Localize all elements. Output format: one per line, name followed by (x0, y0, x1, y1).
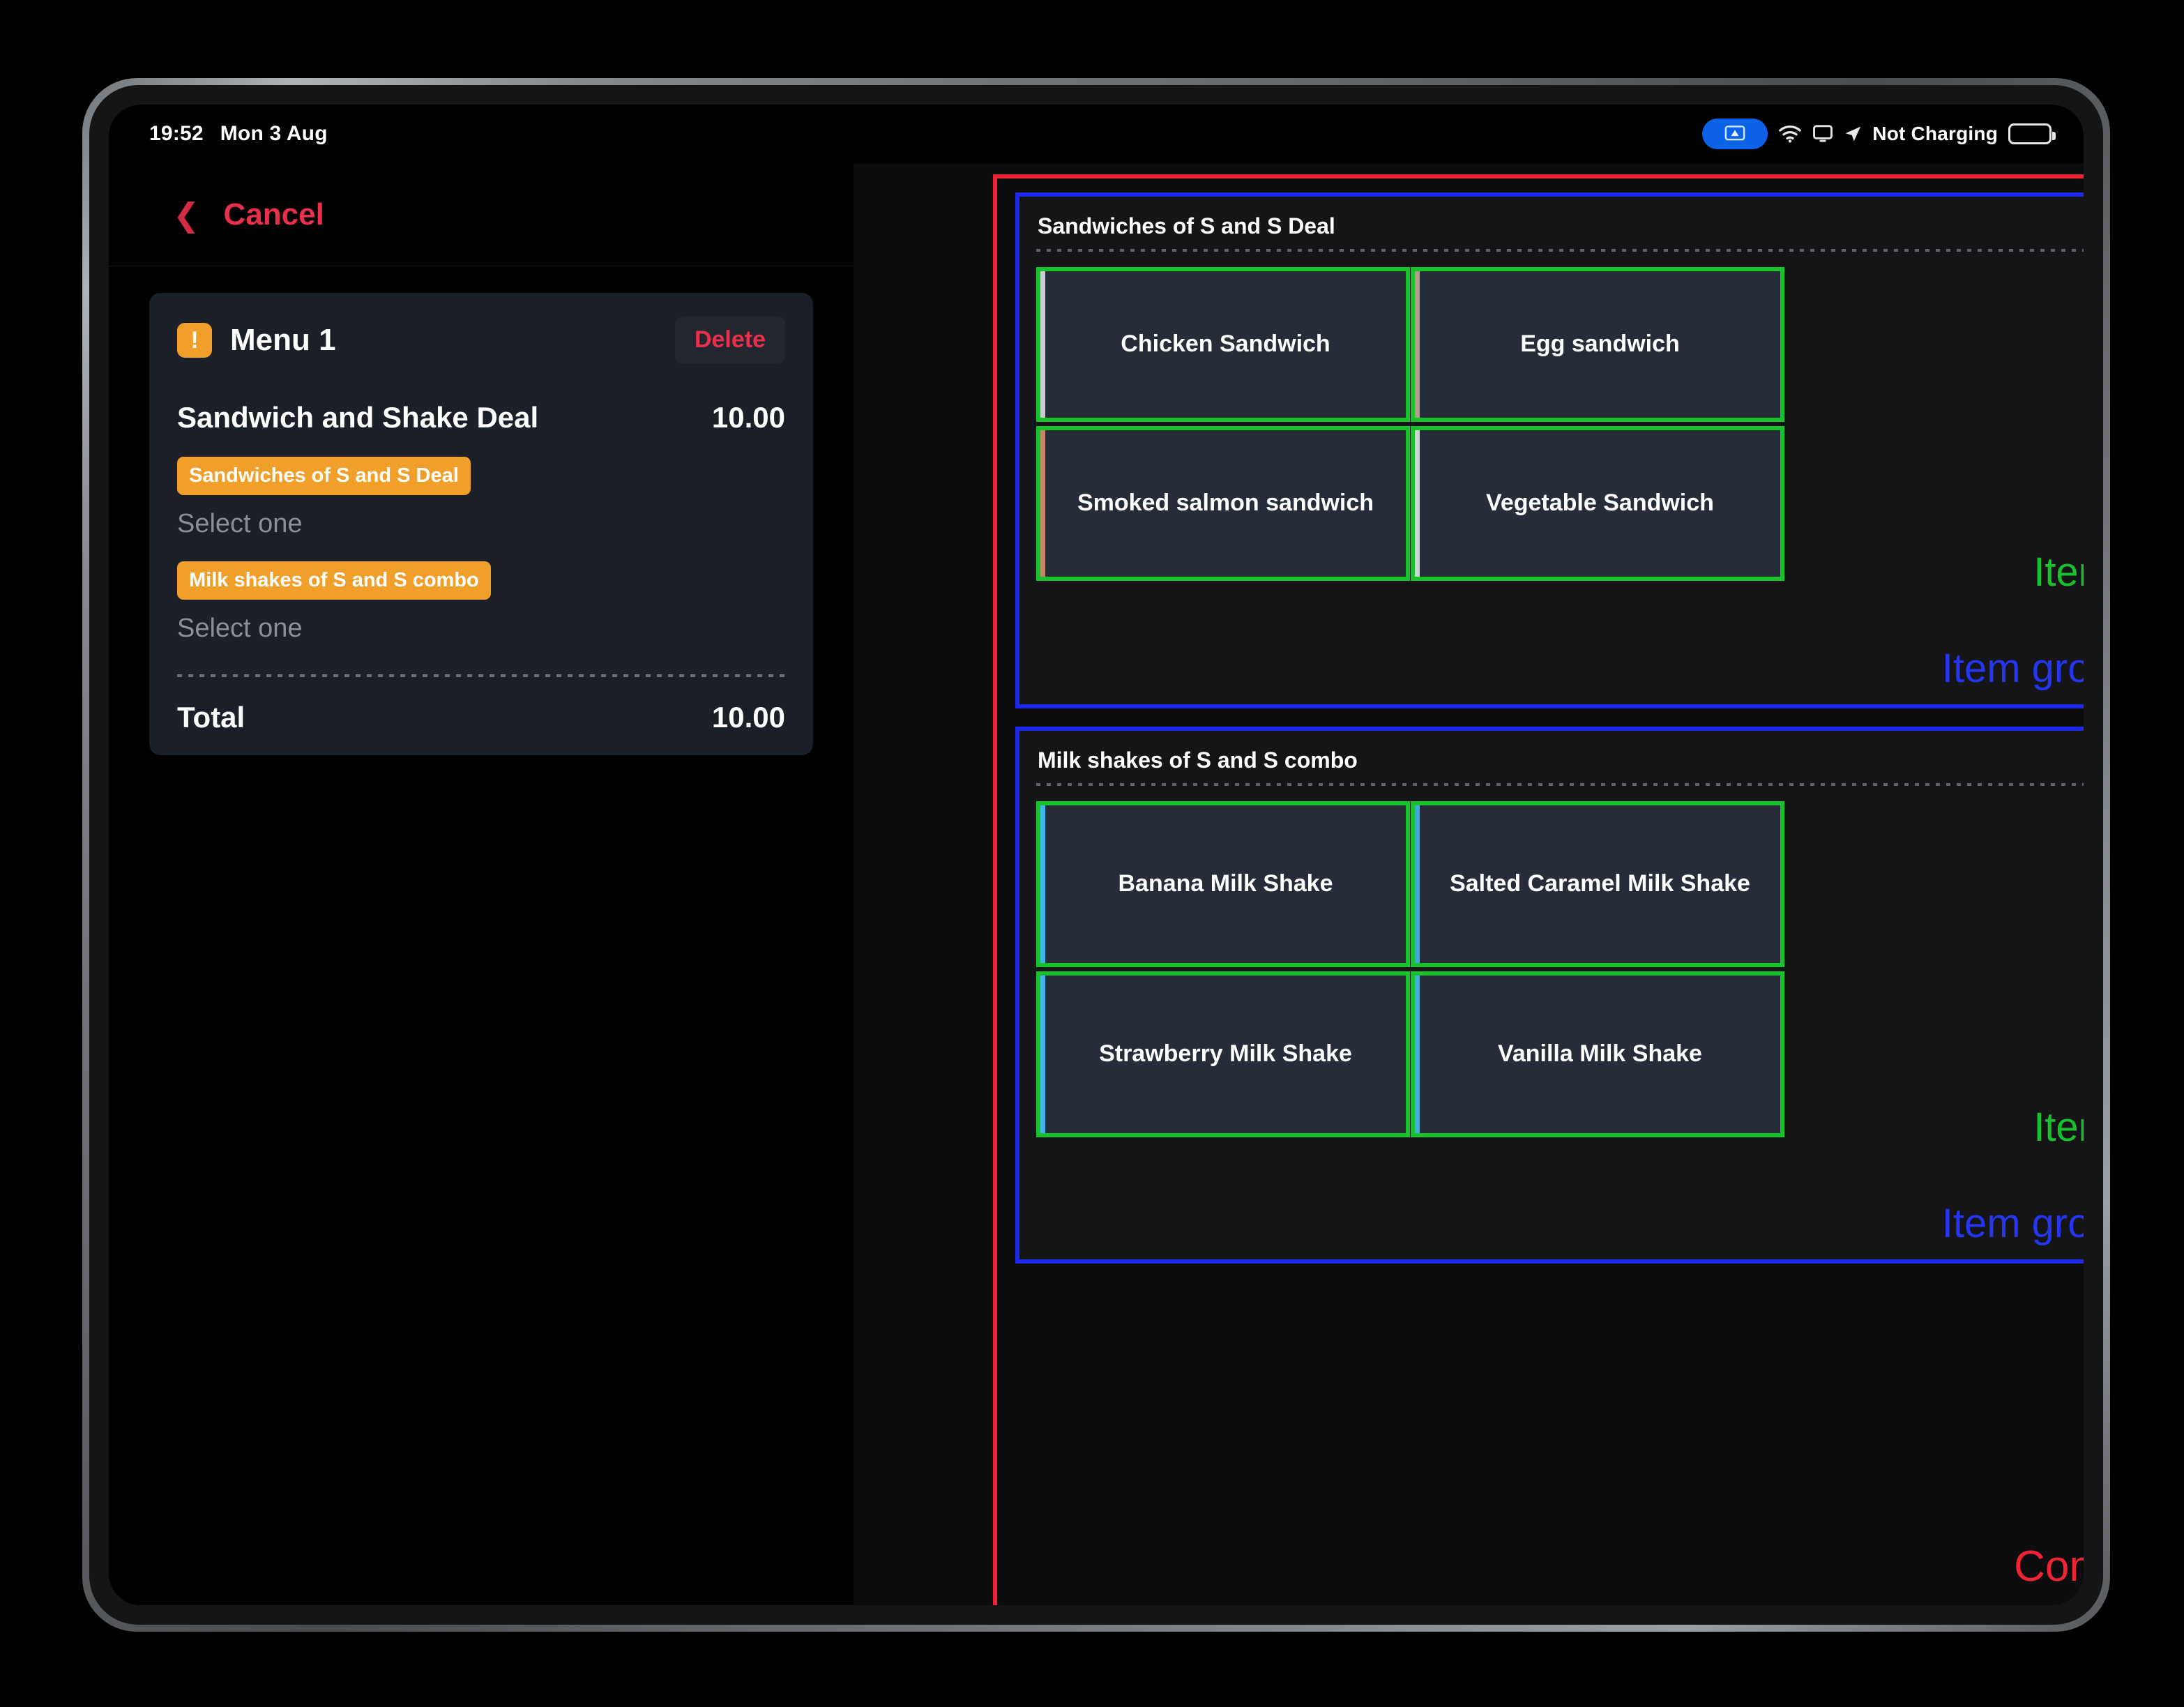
items-annotation-label-1: Items (2033, 549, 2084, 595)
total-label: Total (177, 701, 245, 734)
group-selection-2: Milk shakes of S and S combo Select one (177, 539, 785, 644)
group-selection-1: Sandwiches of S and S Deal Select one (177, 434, 785, 539)
group-chip-sandwiches[interactable]: Sandwiches of S and S Deal (177, 457, 471, 495)
status-bar-right: Not Charging (1702, 119, 2056, 149)
display-icon (1812, 125, 1833, 143)
select-hint-sandwiches[interactable]: Select one (177, 509, 785, 539)
menu-card-header: ! Menu 1 Delete (177, 317, 785, 363)
item-tile-label[interactable]: Banana Milk Shake (1040, 805, 1406, 963)
item-group-annotation-label-2: Item group (1941, 1201, 2084, 1246)
navigation-bar: ❮ Cancel (109, 163, 854, 266)
status-bar-left: 19:52 Mon 3 Aug (149, 122, 328, 146)
item-tile-grid-sandwiches: Chicken Sandwich Egg sandwich Smoked sal… (1019, 252, 2084, 585)
menu-title: Menu 1 (230, 322, 336, 357)
device-body: 19:52 Mon 3 Aug Not Charging ❮ Cancel ! … (89, 85, 2103, 1625)
item-tile-banana-milk-shake[interactable]: Banana Milk Shake (1036, 801, 1410, 967)
deal-row: Sandwich and Shake Deal 10.00 (177, 401, 785, 434)
status-time: 19:52 (149, 122, 204, 145)
status-bar: 19:52 Mon 3 Aug Not Charging (109, 105, 2084, 163)
deal-price: 10.00 (711, 401, 785, 434)
item-group-title-sandwiches: Sandwiches of S and S Deal (1038, 213, 1335, 238)
chevron-left-icon[interactable]: ❮ (173, 199, 200, 231)
tablet-device-frame: 19:52 Mon 3 Aug Not Charging ❮ Cancel ! … (82, 78, 2110, 1632)
item-group-sandwiches: Sandwiches of S and S Deal Chicken Sandw… (1015, 192, 2084, 708)
screen-mirroring-icon[interactable] (1702, 119, 1768, 149)
location-arrow-icon (1844, 125, 1862, 143)
item-tile-label[interactable]: Vanilla Milk Shake (1415, 976, 1780, 1133)
item-tile-vanilla-milk-shake[interactable]: Vanilla Milk Shake (1411, 971, 1784, 1137)
delete-button[interactable]: Delete (674, 317, 785, 363)
item-tile-strawberry-milk-shake[interactable]: Strawberry Milk Shake (1036, 971, 1410, 1137)
cancel-button[interactable]: Cancel (224, 197, 324, 232)
wifi-icon (1778, 125, 1802, 143)
item-group-title-milkshakes: Milk shakes of S and S combo (1038, 748, 1358, 773)
combo-annotation-label: Combo (2014, 1542, 2084, 1591)
item-tile-vegetable-sandwich[interactable]: Vegetable Sandwich (1411, 426, 1784, 581)
item-tile-salted-caramel-milk-shake[interactable]: Salted Caramel Milk Shake (1411, 801, 1784, 967)
item-tile-egg-sandwich[interactable]: Egg sandwich (1411, 267, 1784, 422)
select-hint-milkshakes[interactable]: Select one (177, 614, 785, 644)
item-tile-label[interactable]: Smoked salmon sandwich (1040, 430, 1406, 577)
items-annotation-label-2: Items (2033, 1105, 2084, 1150)
charging-status-label: Not Charging (1872, 123, 1998, 144)
item-tile-label[interactable]: Chicken Sandwich (1040, 271, 1406, 418)
item-tile-label[interactable]: Egg sandwich (1415, 271, 1780, 418)
item-tile-label[interactable]: Strawberry Milk Shake (1040, 976, 1406, 1133)
battery-icon (2008, 123, 2056, 144)
order-panel: ❮ Cancel ! Menu 1 Delete Sandwich and Sh… (109, 163, 854, 1605)
item-tile-label[interactable]: Salted Caramel Milk Shake (1415, 805, 1780, 963)
tablet-screen: 19:52 Mon 3 Aug Not Charging ❮ Cancel ! … (109, 105, 2084, 1605)
total-row: Total 10.00 (177, 701, 785, 734)
item-group-annotation-label-1: Item group (1941, 646, 2084, 691)
item-tile-chicken-sandwich[interactable]: Chicken Sandwich (1036, 267, 1410, 422)
item-tile-grid-milkshakes: Banana Milk Shake Salted Caramel Milk Sh… (1019, 786, 2084, 1141)
item-group-milkshakes: Milk shakes of S and S combo Banana Milk… (1015, 727, 2084, 1264)
group-chip-milkshakes[interactable]: Milk shakes of S and S combo (177, 561, 491, 600)
item-tile-smoked-salmon-sandwich[interactable]: Smoked salmon sandwich (1036, 426, 1410, 581)
menu-card: ! Menu 1 Delete Sandwich and Shake Deal … (149, 293, 813, 755)
combo-selection-panel: Combo Sandwiches of S and S Deal Chicken… (854, 163, 2084, 1605)
warning-icon: ! (177, 322, 212, 358)
status-date: Mon 3 Aug (220, 122, 328, 145)
total-value: 10.00 (711, 701, 785, 734)
item-tile-label[interactable]: Vegetable Sandwich (1415, 430, 1780, 577)
card-divider (177, 674, 785, 677)
deal-name: Sandwich and Shake Deal (177, 401, 539, 434)
